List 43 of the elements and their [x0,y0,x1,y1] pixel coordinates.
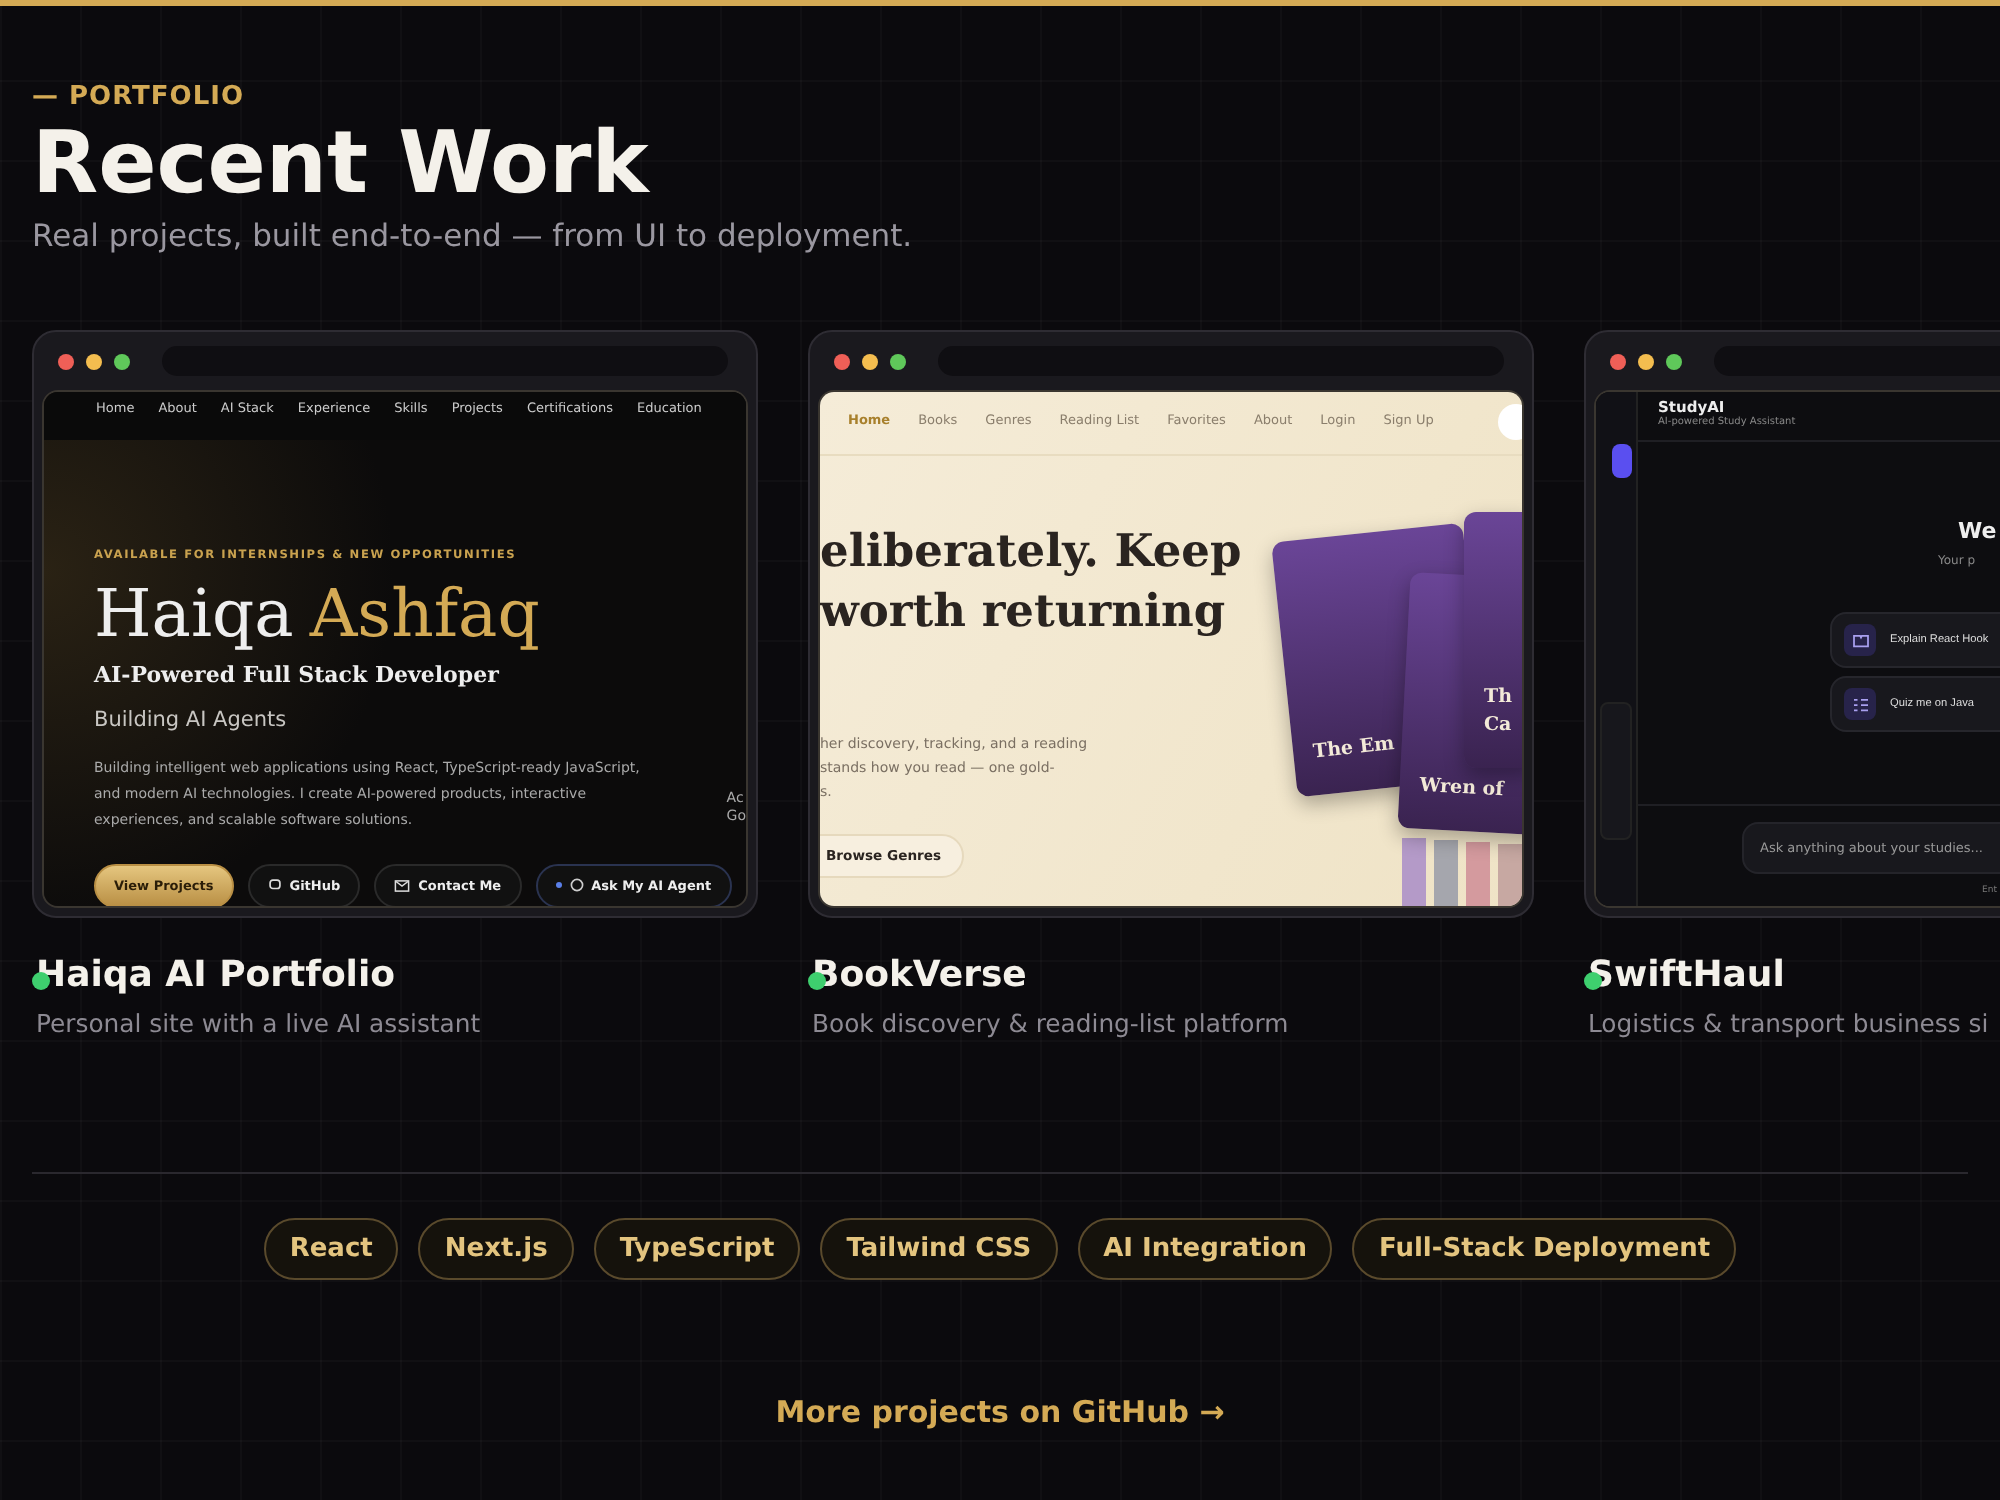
welcome-heading: We [1958,518,1997,545]
browser-mockup[interactable] [808,330,1534,919]
hero-heading: worth returning [820,584,1226,643]
sidebar-button[interactable] [1612,444,1632,479]
dot-icon [555,882,562,889]
list-icon [1851,697,1869,712]
book-icon [1851,633,1869,648]
github-link[interactable]: More projects on GitHub → [775,1394,1225,1431]
book-title: Ca [1484,712,1514,741]
minimize-dot-icon [862,353,878,370]
hero-name: Haiqa [94,578,294,652]
book-title: The Em [1311,731,1398,768]
project-title[interactable]: SwiftHaul [1588,954,1785,997]
project-description: Logistics & transport business si [1588,1008,1989,1039]
tech-tag: Next.js [418,1218,574,1281]
tech-tag: React [263,1218,399,1281]
close-dot-icon [58,353,74,370]
role-title: AI-Powered Full Stack Developer [94,661,499,688]
section-title: Recent Work [32,116,649,215]
zoom-dot-icon [114,353,130,370]
project-title[interactable]: BookVerse [812,954,1027,997]
browser-mockup[interactable] [32,330,758,919]
book-spines-drawing [1402,838,1522,907]
project-description: Book discovery & reading-list platform [812,1008,1289,1039]
mail-icon [394,879,411,892]
tech-tag: Tailwind CSS [820,1218,1058,1281]
minimize-dot-icon [86,353,102,370]
close-dot-icon [834,353,850,370]
section-subtitle: Real projects, built end-to-end — from UI to deployment. [32,218,913,255]
zoom-dot-icon [890,353,906,370]
hero-name: Ashfaq [309,578,540,652]
book-title: Wren of [1418,773,1507,806]
close-dot-icon [1610,353,1626,370]
tagline: Building AI Agents [94,707,287,732]
minimize-dot-icon [1638,353,1654,370]
tech-tag: TypeScript [593,1218,801,1281]
project-description: Personal site with a live AI assistant [36,1008,481,1039]
book-title: Th [1484,683,1514,712]
tech-tag: AI Integration [1077,1218,1333,1281]
section-eyebrow: — PORTFOLIO [32,82,245,112]
zoom-dot-icon [1666,353,1682,370]
tech-tag: Full-Stack Deployment [1352,1218,1737,1281]
hero-heading: eliberately. Keep [820,524,1242,583]
